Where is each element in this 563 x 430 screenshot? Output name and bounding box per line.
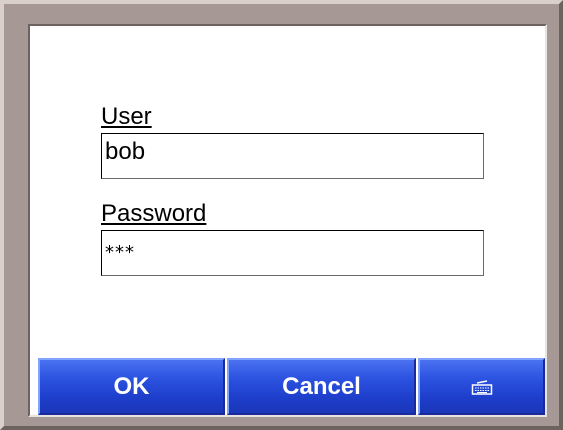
cancel-button-label: Cancel	[282, 372, 361, 400]
password-input[interactable]: ***	[101, 230, 484, 276]
ok-button[interactable]: OK	[38, 358, 225, 415]
device-frame: User bob Password *** OK Cancel	[0, 0, 563, 430]
password-label: Password	[101, 200, 207, 227]
keyboard-button[interactable]	[418, 358, 545, 415]
screen-bezel: User bob Password *** OK Cancel	[28, 24, 547, 417]
button-bar: OK Cancel	[38, 358, 545, 415]
user-label: User	[101, 103, 152, 130]
ok-button-label: OK	[113, 372, 150, 400]
user-input[interactable]: bob	[101, 133, 484, 179]
keyboard-icon	[471, 379, 492, 395]
cancel-button[interactable]: Cancel	[227, 358, 416, 415]
login-screen: User bob Password *** OK Cancel	[30, 26, 545, 415]
